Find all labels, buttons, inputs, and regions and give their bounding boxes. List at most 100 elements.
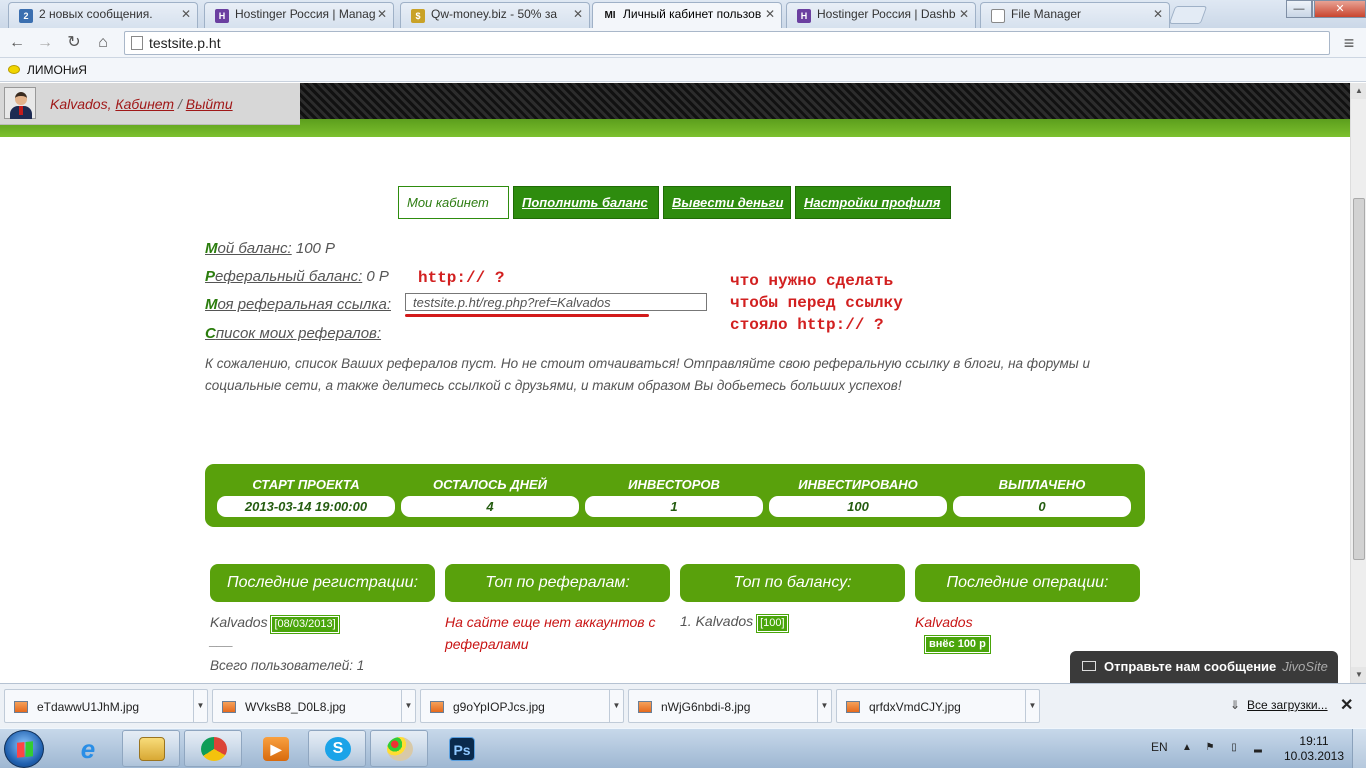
all-downloads-label: Все загрузки...	[1247, 698, 1328, 712]
download-item[interactable]: qrfdxVmdCJY.jpg ▼	[836, 689, 1040, 723]
chevron-down-icon[interactable]: ▼	[401, 690, 415, 722]
tab-qw-money[interactable]: $ Qw-money.biz - 50% за ✕	[400, 2, 590, 28]
annotation-line-3: стояло http:// ?	[730, 316, 884, 334]
taskbar-chrome[interactable]	[184, 730, 242, 767]
media-player-icon: ▶	[263, 737, 289, 761]
browser-tab-strip: 2 2 новых сообщения. ✕ H Hostinger Росси…	[0, 0, 1366, 29]
network-signal-icon[interactable]: ▂	[1252, 742, 1264, 754]
stats-panel: СТАРТ ПРОЕКТА 2013-03-14 19:00:00 ОСТАЛО…	[205, 464, 1145, 527]
stat-value: 2013-03-14 19:00:00	[217, 496, 395, 517]
back-arrow-icon[interactable]: ←	[6, 32, 28, 54]
balance-row: Мой баланс: 100 Р	[205, 240, 335, 257]
taskbar-media[interactable]: ▶	[246, 730, 304, 767]
window-close-icon[interactable]: ✕	[1314, 0, 1366, 18]
page-viewport: Kalvados, Кабинет / Выйти Мои кабинет По…	[0, 83, 1350, 683]
stat-value: 4	[401, 496, 579, 517]
tab-close-icon[interactable]: ✕	[959, 7, 969, 21]
forward-arrow-icon[interactable]: →	[34, 32, 56, 54]
stat-project-start: СТАРТ ПРОЕКТА 2013-03-14 19:00:00	[217, 464, 395, 527]
user-panel: Kalvados, Кабинет / Выйти	[0, 83, 300, 125]
download-item[interactable]: g9oYpIOPJcs.jpg ▼	[420, 689, 624, 723]
home-icon[interactable]: ⌂	[92, 32, 114, 54]
taskbar-ie[interactable]: e	[58, 730, 116, 767]
top-balance-name: 1. Kalvados	[680, 613, 754, 629]
language-indicator[interactable]: EN	[1151, 740, 1168, 754]
reload-icon[interactable]: ↻	[63, 32, 85, 54]
url-text: testsite.p.ht	[149, 35, 221, 51]
menu-hamburger-icon[interactable]: ≡	[1338, 32, 1360, 54]
download-item[interactable]: nWjG6nbdi-8.jpg ▼	[628, 689, 832, 723]
show-hidden-icons-icon[interactable]: ▲	[1181, 742, 1193, 754]
action-center-flag-icon[interactable]: ⚑	[1204, 742, 1216, 754]
tab-close-icon[interactable]: ✕	[765, 7, 775, 21]
clock[interactable]: 19:11 10.03.2013	[1283, 734, 1345, 764]
tab-close-icon[interactable]: ✕	[573, 7, 583, 21]
image-file-icon	[222, 701, 236, 713]
chevron-down-icon[interactable]: ▼	[1025, 690, 1039, 722]
scroll-up-icon[interactable]: ▲	[1351, 83, 1366, 99]
new-tab-button[interactable]	[1168, 6, 1208, 24]
tab-close-icon[interactable]: ✕	[181, 7, 191, 21]
page-scrollbar[interactable]: ▲ ▼	[1350, 83, 1366, 683]
balance-label: Мой баланс:	[205, 240, 292, 257]
ref-link-field[interactable]	[405, 293, 707, 311]
tab-top-up-balance[interactable]: Пополнить баланс	[513, 186, 659, 219]
tab-messages[interactable]: 2 2 новых сообщения. ✕	[8, 2, 198, 28]
referrals-label-text: писок моих рефералов:	[215, 325, 382, 342]
ref-link-label: Моя реферальная ссылка:	[205, 296, 391, 313]
stat-value: 0	[953, 496, 1131, 517]
hostinger-favicon-icon: H	[215, 9, 229, 23]
logout-link[interactable]: Выйти	[186, 96, 233, 112]
windows-taskbar: e ▶ S Ps EN ▲ ⚑ ▯ ▂ 19:11 10.03.2013	[0, 728, 1366, 768]
minimize-icon[interactable]: —	[1286, 0, 1312, 18]
image-file-icon	[638, 701, 652, 713]
taskbar-skype[interactable]: S	[308, 730, 366, 767]
bookmark-limoniya[interactable]: ЛИМОНиЯ	[27, 63, 87, 77]
tab-hostinger-dashboard[interactable]: H Hostinger Россия | Dashb ✕	[786, 2, 976, 28]
tab-close-icon[interactable]: ✕	[1153, 7, 1163, 21]
balance-value: 100 Р	[295, 240, 336, 257]
all-downloads-link[interactable]: ⇓ Все загрузки...	[1230, 698, 1328, 712]
download-item[interactable]: eTdawwU1JhM.jpg ▼	[4, 689, 208, 723]
cabinet-link[interactable]: Кабинет	[115, 96, 174, 112]
show-desktop-button[interactable]	[1352, 729, 1366, 768]
chevron-down-icon[interactable]: ▼	[193, 690, 207, 722]
power-icon[interactable]: ▯	[1228, 742, 1240, 754]
total-users: Всего пользователей: 1	[210, 658, 365, 673]
tab-hostinger-manage[interactable]: H Hostinger Россия | Manag ✕	[204, 2, 394, 28]
balance-label-initial: М	[205, 240, 218, 257]
tab-profile-settings[interactable]: Настройки профиля	[795, 186, 951, 219]
close-icon[interactable]: ✕	[1340, 695, 1353, 715]
ref-link-label-initial: М	[205, 296, 218, 313]
download-item[interactable]: WVksB8_D0L8.jpg ▼	[212, 689, 416, 723]
tab-file-manager[interactable]: File Manager ✕	[980, 2, 1170, 28]
photoshop-icon: Ps	[449, 737, 475, 761]
tab-close-icon[interactable]: ✕	[377, 7, 387, 21]
registration-date-badge: [08/03/2013]	[270, 615, 340, 634]
chevron-down-icon[interactable]: ▼	[817, 690, 831, 722]
start-button[interactable]	[4, 730, 44, 768]
annotation-line-1: что нужно сделать	[730, 272, 894, 290]
latest-registrations-header: Последние регистрации:	[210, 564, 435, 602]
folder-icon	[139, 737, 165, 761]
address-bar[interactable]: testsite.p.ht	[124, 31, 1330, 55]
referrals-row: Список моих рефералов:	[205, 325, 381, 342]
taskbar-photoshop[interactable]: Ps	[432, 730, 490, 767]
taskbar-explorer[interactable]	[122, 730, 180, 767]
stat-label: ИНВЕСТОРОВ	[628, 477, 720, 492]
tab-withdraw-money[interactable]: Вывести деньги	[663, 186, 791, 219]
operation-badge: внёс 100 р	[924, 635, 991, 654]
tab-title: Hostinger Россия | Manag	[235, 7, 376, 21]
annotation-http-question: http:// ?	[418, 269, 505, 287]
tab-title: Qw-money.biz - 50% за	[431, 7, 557, 21]
tab-personal-cabinet[interactable]: MI Личный кабинет пользов ✕	[592, 2, 782, 29]
balance-label-text: ой баланс:	[217, 240, 292, 257]
tab-my-cabinet[interactable]: Мои кабинет	[398, 186, 509, 219]
jivo-chat-button[interactable]: Отправьте нам сообщение JivoSite	[1070, 651, 1338, 683]
download-filename: WVksB8_D0L8.jpg	[245, 700, 346, 714]
scroll-down-icon[interactable]: ▼	[1351, 667, 1366, 683]
taskbar-paint[interactable]	[370, 730, 428, 767]
scrollbar-thumb[interactable]	[1353, 198, 1365, 560]
chevron-down-icon[interactable]: ▼	[609, 690, 623, 722]
registration-name: Kalvados	[210, 614, 268, 630]
